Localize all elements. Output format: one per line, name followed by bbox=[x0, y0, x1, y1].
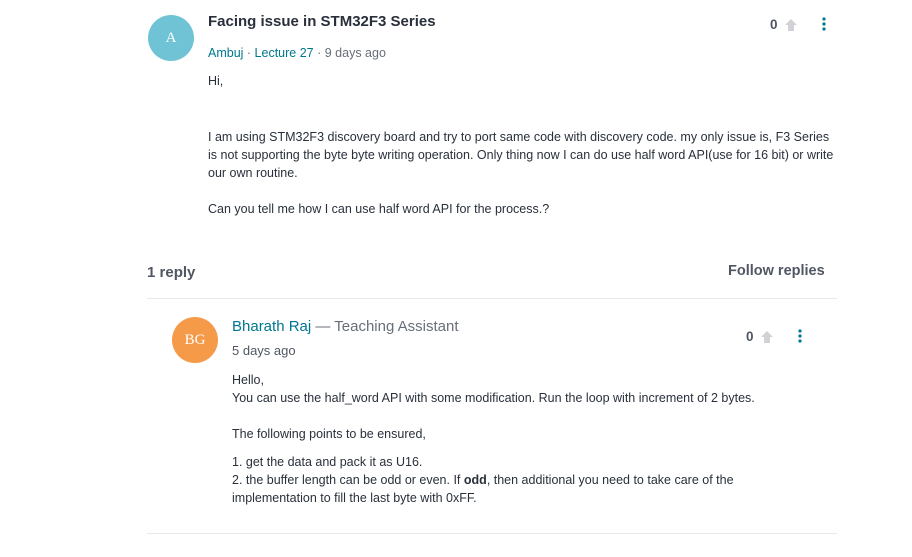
point-emphasis: odd bbox=[463, 473, 487, 487]
point-text: 2. the buffer length can be odd or even.… bbox=[232, 473, 464, 487]
upvote-arrow-icon[interactable] bbox=[784, 18, 798, 32]
question-title: Facing issue in STM32F3 Series bbox=[208, 13, 436, 30]
vote-count: 0 bbox=[746, 329, 754, 344]
reply-author-name[interactable]: Bharath Raj bbox=[232, 318, 311, 335]
reply-point: 1. get the data and pack it as U16. bbox=[232, 455, 423, 469]
vote-count: 0 bbox=[770, 17, 778, 32]
more-options-icon[interactable] bbox=[819, 17, 829, 31]
question-greeting: Hi, bbox=[208, 74, 224, 88]
reply-header: Bharath Raj — Teaching Assistant bbox=[232, 318, 459, 336]
question-paragraph: I am using STM32F3 discovery board and t… bbox=[208, 130, 834, 180]
question-paragraph: Can you tell me how I can use half word … bbox=[208, 202, 550, 216]
upvote-arrow-icon[interactable] bbox=[760, 330, 774, 344]
avatar-initials: BG bbox=[184, 331, 206, 348]
meta-separator: · bbox=[313, 46, 325, 60]
reply-greeting: Hello, bbox=[232, 373, 264, 387]
reply-author-role: — Teaching Assistant bbox=[311, 318, 459, 335]
reply-time: 5 days ago bbox=[232, 343, 296, 358]
question-meta: Ambuj · Lecture 27 · 9 days ago bbox=[208, 46, 386, 60]
author-link[interactable]: Ambuj bbox=[208, 46, 243, 60]
reply-vote: 0 bbox=[746, 329, 774, 344]
reply-body: Hello, You can use the half_word API wit… bbox=[232, 371, 792, 507]
lecture-link[interactable]: Lecture 27 bbox=[255, 46, 314, 60]
reply-paragraph: You can use the half_word API with some … bbox=[232, 391, 755, 405]
meta-separator: · bbox=[243, 46, 255, 60]
reply-paragraph: The following points to be ensured, bbox=[232, 427, 426, 441]
reply-divider bbox=[147, 533, 837, 534]
question-author-avatar: A bbox=[148, 15, 194, 61]
reply-author-avatar: BG bbox=[172, 317, 218, 363]
question-time: 9 days ago bbox=[324, 46, 386, 60]
question-body: Hi, I am using STM32F3 discovery board a… bbox=[208, 72, 836, 218]
more-options-icon[interactable] bbox=[795, 329, 805, 343]
avatar-initials: A bbox=[165, 29, 177, 46]
reply-point: 2. the buffer length can be odd or even.… bbox=[232, 471, 792, 507]
reply-count: 1 reply bbox=[147, 264, 196, 281]
question-vote: 0 bbox=[770, 17, 798, 32]
follow-replies-button[interactable]: Follow replies bbox=[728, 263, 825, 279]
replies-divider bbox=[147, 298, 837, 299]
